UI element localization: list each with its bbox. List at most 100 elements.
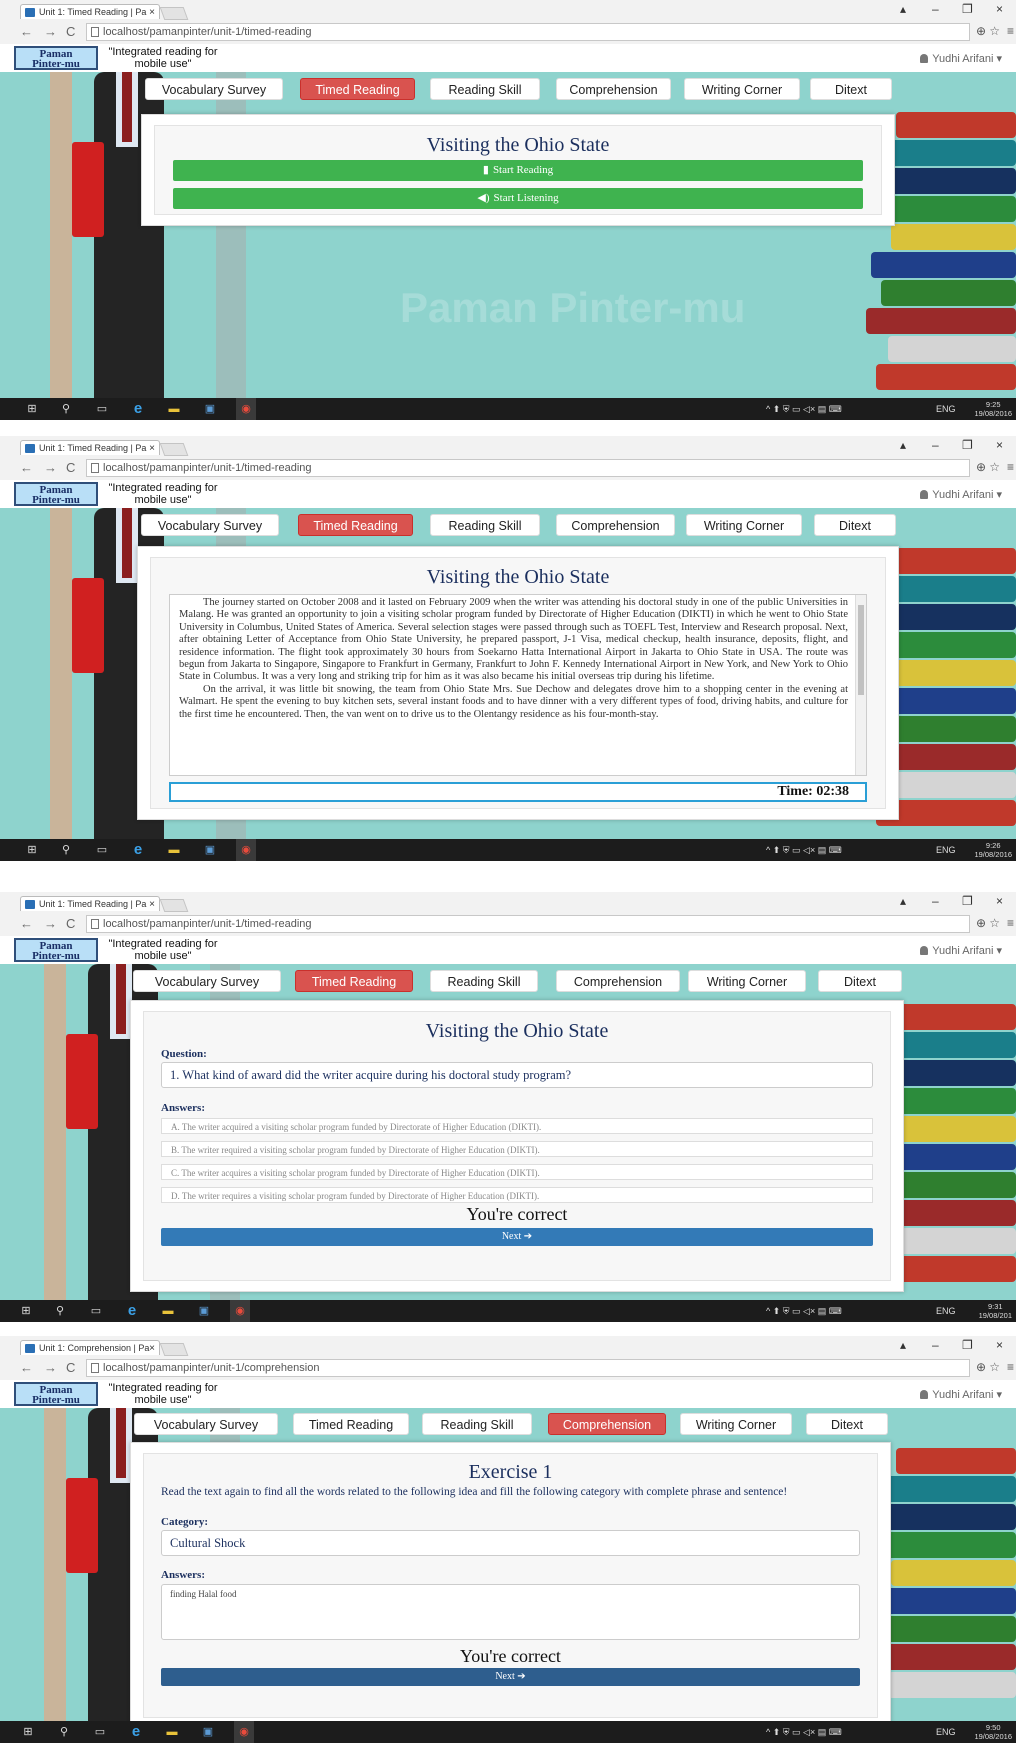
close-icon[interactable]: × — [996, 894, 1003, 908]
minimize-icon[interactable]: – — [932, 2, 939, 16]
address-bar[interactable]: localhost/pamanpinter/unit-1/comprehensi… — [86, 1359, 970, 1377]
profile-icon[interactable]: ▴ — [900, 1338, 906, 1352]
restore-icon[interactable]: ❐ — [962, 1338, 973, 1352]
menu-writing-corner[interactable]: Writing Corner — [680, 1413, 792, 1435]
menu-timed-reading[interactable]: Timed Reading — [298, 514, 413, 536]
close-icon[interactable]: × — [996, 438, 1003, 452]
next-button[interactable]: Next ➔ — [161, 1668, 860, 1686]
browser-menu-icon[interactable]: ≡ — [1007, 460, 1014, 474]
file-explorer-icon[interactable]: ▬ — [162, 1721, 182, 1743]
bookmark-star-icon[interactable]: ☆ — [989, 1360, 1000, 1374]
zoom-icon[interactable]: ⊕ — [976, 1360, 986, 1374]
restore-icon[interactable]: ❐ — [962, 894, 973, 908]
reload-icon[interactable]: C — [66, 916, 75, 931]
taskbar-clock[interactable]: 9:50 19/08/2016 — [974, 1723, 1012, 1741]
edge-icon[interactable]: e — [126, 1721, 146, 1743]
store-icon[interactable]: ▣ — [194, 1300, 214, 1322]
language-indicator[interactable]: ENG — [936, 398, 956, 420]
forward-icon[interactable]: → — [44, 460, 57, 475]
search-icon[interactable]: ⚲ — [56, 839, 76, 861]
profile-icon[interactable]: ▴ — [900, 894, 906, 908]
language-indicator[interactable]: ENG — [936, 839, 956, 861]
close-icon[interactable]: × — [996, 2, 1003, 16]
file-explorer-icon[interactable]: ▬ — [164, 839, 184, 861]
menu-writing-corner[interactable]: Writing Corner — [686, 514, 802, 536]
taskbar-clock[interactable]: 9:25 19/08/2016 — [974, 400, 1012, 418]
menu-reading-skill[interactable]: Reading Skill — [430, 970, 538, 992]
user-menu[interactable]: Yudhi Arifani ▾ — [920, 488, 1002, 501]
bookmark-star-icon[interactable]: ☆ — [989, 916, 1000, 930]
menu-timed-reading[interactable]: Timed Reading — [293, 1413, 409, 1435]
system-tray-icons[interactable]: ^ ⬆ ⛨ ▭ ◁× ▤ ⌨ — [766, 839, 842, 861]
answer-option-d[interactable]: D. The writer requires a visiting schola… — [161, 1187, 873, 1203]
menu-vocabulary-survey[interactable]: Vocabulary Survey — [133, 970, 281, 992]
answer-option-c[interactable]: C. The writer acquires a visiting schola… — [161, 1164, 873, 1180]
profile-icon[interactable]: ▴ — [900, 438, 906, 452]
menu-vocabulary-survey[interactable]: Vocabulary Survey — [141, 514, 279, 536]
edge-icon[interactable]: e — [128, 839, 148, 861]
menu-ditext[interactable]: Ditext — [806, 1413, 888, 1435]
edge-icon[interactable]: e — [122, 1300, 142, 1322]
menu-reading-skill[interactable]: Reading Skill — [430, 514, 540, 536]
tab-close-icon[interactable]: × — [149, 897, 155, 911]
user-menu[interactable]: Yudhi Arifani ▾ — [920, 1388, 1002, 1401]
minimize-icon[interactable]: – — [932, 1338, 939, 1352]
start-icon[interactable]: ⊞ — [22, 398, 42, 420]
taskbar-clock[interactable]: 9:26 19/08/2016 — [974, 841, 1012, 859]
menu-comprehension[interactable]: Comprehension — [548, 1413, 666, 1435]
task-view-icon[interactable]: ▭ — [92, 839, 112, 861]
menu-ditext[interactable]: Ditext — [810, 78, 892, 100]
task-view-icon[interactable]: ▭ — [86, 1300, 106, 1322]
menu-writing-corner[interactable]: Writing Corner — [684, 78, 800, 100]
edge-icon[interactable]: e — [128, 398, 148, 420]
reading-text-box[interactable]: The journey started on October 2008 and … — [169, 594, 867, 776]
zoom-icon[interactable]: ⊕ — [976, 916, 986, 930]
address-bar[interactable]: localhost/pamanpinter/unit-1/timed-readi… — [86, 459, 970, 477]
browser-menu-icon[interactable]: ≡ — [1007, 24, 1014, 38]
next-button[interactable]: Next ➔ — [161, 1228, 873, 1246]
start-icon[interactable]: ⊞ — [18, 1721, 38, 1743]
forward-icon[interactable]: → — [44, 916, 57, 931]
user-menu[interactable]: Yudhi Arifani ▾ — [920, 52, 1002, 65]
category-field[interactable]: Cultural Shock — [161, 1530, 860, 1556]
menu-reading-skill[interactable]: Reading Skill — [422, 1413, 532, 1435]
site-logo[interactable]: Paman Pinter-mu — [14, 46, 98, 70]
system-tray-icons[interactable]: ^ ⬆ ⛨ ▭ ◁× ▤ ⌨ — [766, 398, 842, 420]
store-icon[interactable]: ▣ — [200, 398, 220, 420]
new-tab-button[interactable] — [159, 1343, 189, 1356]
menu-vocabulary-survey[interactable]: Vocabulary Survey — [145, 78, 283, 100]
user-menu[interactable]: Yudhi Arifani ▾ — [920, 944, 1002, 957]
browser-tab[interactable]: Unit 1: Comprehension | Pa × — [20, 1340, 160, 1355]
back-icon[interactable]: ← — [20, 460, 33, 475]
menu-ditext[interactable]: Ditext — [818, 970, 902, 992]
tab-close-icon[interactable]: × — [149, 1341, 155, 1355]
new-tab-button[interactable] — [159, 7, 189, 20]
start-icon[interactable]: ⊞ — [22, 839, 42, 861]
close-icon[interactable]: × — [996, 1338, 1003, 1352]
minimize-icon[interactable]: – — [932, 894, 939, 908]
taskbar-clock[interactable]: 9:31 19/08/201 — [979, 1302, 1012, 1320]
menu-comprehension[interactable]: Comprehension — [556, 970, 680, 992]
tab-close-icon[interactable]: × — [149, 5, 155, 19]
new-tab-button[interactable] — [159, 443, 189, 456]
browser-tab[interactable]: Unit 1: Timed Reading | Pa × — [20, 4, 160, 19]
minimize-icon[interactable]: – — [932, 438, 939, 452]
menu-comprehension[interactable]: Comprehension — [556, 78, 671, 100]
menu-vocabulary-survey[interactable]: Vocabulary Survey — [134, 1413, 278, 1435]
forward-icon[interactable]: → — [44, 1360, 57, 1375]
site-logo[interactable]: Paman Pinter-mu — [14, 938, 98, 962]
browser-menu-icon[interactable]: ≡ — [1007, 916, 1014, 930]
new-tab-button[interactable] — [159, 899, 189, 912]
answer-option-b[interactable]: B. The writer required a visiting schola… — [161, 1141, 873, 1157]
store-icon[interactable]: ▣ — [198, 1721, 218, 1743]
start-icon[interactable]: ⊞ — [16, 1300, 36, 1322]
forward-icon[interactable]: → — [44, 24, 57, 39]
browser-tab[interactable]: Unit 1: Timed Reading | Pa × — [20, 896, 160, 911]
back-icon[interactable]: ← — [20, 916, 33, 931]
store-icon[interactable]: ▣ — [200, 839, 220, 861]
reload-icon[interactable]: C — [66, 460, 75, 475]
search-icon[interactable]: ⚲ — [56, 398, 76, 420]
chrome-icon[interactable]: ◉ — [236, 839, 256, 861]
chrome-icon[interactable]: ◉ — [230, 1300, 250, 1322]
menu-ditext[interactable]: Ditext — [814, 514, 896, 536]
